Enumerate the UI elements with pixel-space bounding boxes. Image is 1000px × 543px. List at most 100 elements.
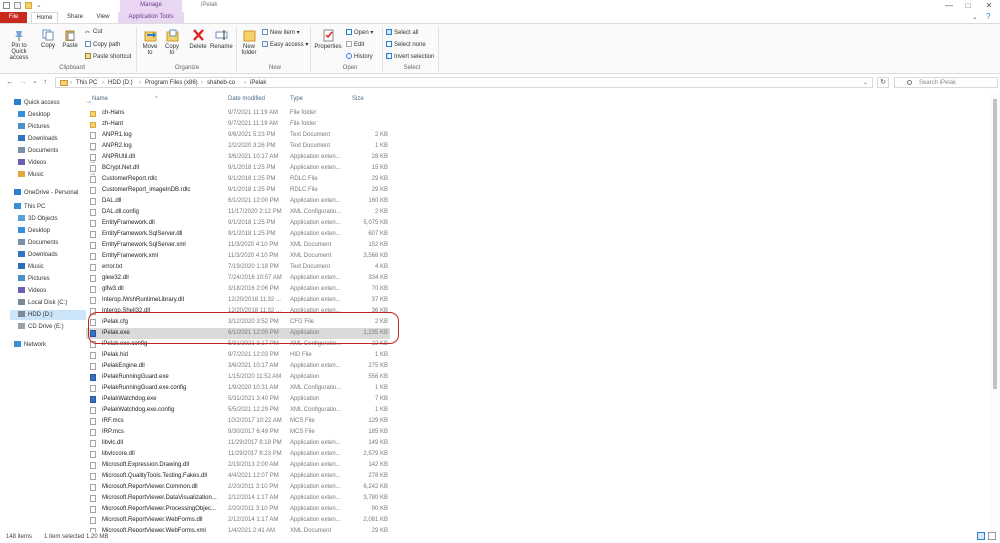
- column-name[interactable]: Name: [92, 96, 108, 102]
- sidebar-item-hdd-d[interactable]: HDD (D:): [10, 310, 86, 320]
- sidebar-item-music[interactable]: Music ⊸: [18, 170, 95, 180]
- large-icons-view-icon[interactable]: [988, 532, 996, 540]
- qa-dropdown-icon[interactable]: ⌄: [36, 1, 42, 9]
- sidebar-item-cd-drive-e[interactable]: CD Drive (E:): [18, 322, 64, 332]
- sidebar-item-local-disk-c[interactable]: Local Disk (C:): [18, 298, 67, 308]
- minimize-button[interactable]: —: [942, 0, 956, 11]
- easy-access-button[interactable]: Easy access ▾: [262, 41, 308, 49]
- move-to-button[interactable]: Move to: [140, 28, 160, 56]
- properties-button[interactable]: Properties: [314, 28, 342, 50]
- sidebar-item-videos[interactable]: Videos ⊸: [18, 158, 95, 168]
- new-folder-button[interactable]: New folder: [240, 28, 258, 56]
- recent-locations-button[interactable]: ⌄: [32, 77, 38, 87]
- scrollbar-thumb[interactable]: [993, 99, 997, 389]
- file-row[interactable]: Interop.IWshRuntimeLibrary.dll 12/20/2018…: [86, 295, 390, 306]
- file-row[interactable]: glfw3.dll 3/18/2016 2:06 PM Application ex…: [86, 284, 390, 295]
- file-row[interactable]: EntityFramework.SqlServer.dll 9/1/2018 1:…: [86, 229, 390, 240]
- sidebar-item-downloads[interactable]: Downloads ⊸: [18, 134, 95, 144]
- sidebar-item-network[interactable]: Network: [14, 340, 46, 350]
- tab-share[interactable]: Share: [62, 12, 88, 23]
- sidebar-item-pictures[interactable]: Pictures⊸: [18, 122, 95, 132]
- copy-path-button[interactable]: Copy path: [85, 41, 120, 49]
- breadcrumb-hdd[interactable]: HDD (D:): [108, 78, 133, 88]
- file-row[interactable]: iPelakWatchdog.exe.config 5/5/2021 12:29 …: [86, 405, 390, 416]
- tab-application-tools[interactable]: Application Tools: [118, 12, 184, 23]
- copy-to-button[interactable]: Copy to: [162, 28, 182, 56]
- tab-view[interactable]: View: [91, 12, 115, 23]
- details-view-icon[interactable]: [977, 532, 985, 540]
- file-row[interactable]: iPelakEngine.dll 3/6/2021 10:17 AM Applica…: [86, 361, 390, 372]
- manage-tab[interactable]: Manage: [120, 0, 182, 12]
- file-row[interactable]: DAL.dll 6/1/2021 12:00 PM Application exte…: [86, 196, 390, 207]
- invert-selection-button[interactable]: Invert selection: [386, 53, 434, 61]
- file-row[interactable]: EntityFramework.dll 9/1/2018 1:25 PM Appli…: [86, 218, 390, 229]
- sidebar-item-desktop[interactable]: Desktop⊸: [18, 110, 95, 120]
- history-button[interactable]: History: [346, 53, 373, 61]
- properties-qa-icon[interactable]: [14, 2, 21, 9]
- sidebar-item-onedrive-personal[interactable]: OneDrive - Personal: [14, 188, 78, 198]
- breadcrumb-ipelak[interactable]: iPelak: [250, 78, 266, 88]
- breadcrumb-shaheb-co[interactable]: shaheb-co: [207, 78, 235, 88]
- file-row[interactable]: CustomerReport.rdlc 9/1/2018 1:25 PM RDLC …: [86, 174, 390, 185]
- up-button[interactable]: ↑: [43, 77, 47, 87]
- sidebar-item-this-pc[interactable]: This PC: [14, 202, 45, 212]
- tab-file[interactable]: File: [0, 12, 27, 23]
- address-bar[interactable]: › This PC › HDD (D:) › Program Files (x8…: [55, 77, 873, 88]
- sidebar-item-music[interactable]: Music: [18, 262, 44, 272]
- breadcrumb-program-files[interactable]: Program Files (x86): [145, 78, 198, 88]
- file-row[interactable]: EntityFramework.SqlServer.xml 11/3/2020 4…: [86, 240, 390, 251]
- file-row[interactable]: Microsoft.ReportViewer.DataVisualization…: [86, 493, 390, 504]
- column-size[interactable]: Size: [352, 96, 364, 102]
- open-button[interactable]: Open ▾: [346, 29, 373, 37]
- file-row[interactable]: iPelakRunningGuard.exe.config 1/9/2020 10…: [86, 383, 390, 394]
- select-all-button[interactable]: Select all: [386, 29, 418, 37]
- file-row[interactable]: Microsoft.Expression.Drawing.dll 2/19/201…: [86, 460, 390, 471]
- sidebar-item-documents[interactable]: Documents: [18, 238, 58, 248]
- breadcrumb-this-pc[interactable]: This PC: [76, 78, 97, 88]
- file-row[interactable]: error.txt 7/19/2020 1:18 PM Text Document 4…: [86, 262, 390, 273]
- ribbon-collapse-icon[interactable]: ⌄: [972, 13, 978, 21]
- sidebar-item-downloads[interactable]: Downloads: [18, 250, 58, 260]
- back-button[interactable]: ←: [6, 77, 14, 87]
- file-row[interactable]: CustomerReport_imageInDB.rdlc 9/1/2018 1:…: [86, 185, 390, 196]
- paste-button[interactable]: Paste: [60, 29, 80, 49]
- paste-shortcut-button[interactable]: Paste shortcut: [85, 53, 131, 61]
- file-row[interactable]: Microsoft.ReportViewer.Common.dll 2/20/20…: [86, 482, 390, 493]
- column-date-modified[interactable]: Date modified: [228, 96, 265, 102]
- file-row[interactable]: IRF.mcs 10/2/2017 10:22 AM MCS File 129 KB: [86, 416, 390, 427]
- sidebar-item-documents[interactable]: Documents ⊸: [18, 146, 95, 156]
- sidebar-item-quick-access[interactable]: Quick access ⊸: [14, 98, 91, 108]
- file-row[interactable]: Microsoft.ReportViewer.WebForms.dll 2/12/…: [86, 515, 390, 526]
- sidebar-item-pictures[interactable]: Pictures: [18, 274, 50, 284]
- new-folder-qa-icon[interactable]: [25, 2, 32, 9]
- help-icon[interactable]: ?: [986, 12, 990, 21]
- pin-quick-access-button[interactable]: Pin to Quick access: [3, 29, 35, 61]
- sidebar-item-3d-objects[interactable]: 3D Objects: [18, 214, 58, 224]
- file-row[interactable]: EntityFramework.xml 11/3/2020 4:10 PM XML …: [86, 251, 390, 262]
- file-row[interactable]: libvlc.dll 11/29/2017 8:18 PM Application …: [86, 438, 390, 449]
- maximize-button[interactable]: □: [961, 0, 975, 11]
- file-row[interactable]: iPelakRunningGuard.exe 1/15/2020 11:52 AM…: [86, 372, 390, 383]
- vertical-scrollbar[interactable]: [991, 92, 1000, 532]
- file-row[interactable]: ch-Hans 9/7/2021 11:19 AM File folder: [86, 108, 390, 119]
- tab-home[interactable]: Home: [31, 12, 58, 23]
- address-dropdown-icon[interactable]: ⌄: [863, 78, 868, 88]
- delete-button[interactable]: Delete: [188, 28, 208, 50]
- file-row[interactable]: ANPRUtil.dll 3/6/2021 10:17 AM Application…: [86, 152, 390, 163]
- file-row[interactable]: Microsoft.ReportViewer.ProcessingObjec..…: [86, 504, 390, 515]
- file-row[interactable]: iPelak.hid 9/7/2021 12:03 PM HID File 1 KB: [86, 350, 390, 361]
- file-row[interactable]: BCrypt.Net.dll 9/1/2018 1:25 PM Applicatio…: [86, 163, 390, 174]
- file-row[interactable]: ANPR2.log 2/2/2020 3:26 PM Text Document 1 …: [86, 141, 390, 152]
- select-none-button[interactable]: Select none: [386, 41, 426, 49]
- file-row[interactable]: libvlccore.dll 11/29/2017 8:23 PM Applicat…: [86, 449, 390, 460]
- column-type[interactable]: Type: [290, 96, 303, 102]
- file-row[interactable]: Microsoft.QualityTools.Testing.Fakes.dll…: [86, 471, 390, 482]
- copy-button[interactable]: Copy: [38, 29, 58, 49]
- file-row[interactable]: iPelakWatchdog.exe 5/31/2021 3:40 PM Appli…: [86, 394, 390, 405]
- edit-button[interactable]: Edit: [346, 41, 364, 49]
- file-row[interactable]: glew32.dll 7/24/2016 10:57 AM Application …: [86, 273, 390, 284]
- sidebar-item-videos[interactable]: Videos: [18, 286, 46, 296]
- close-button[interactable]: ✕: [982, 0, 996, 11]
- refresh-button[interactable]: ↻: [877, 77, 889, 88]
- file-row[interactable]: zh-Hant 9/7/2021 11:19 AM File folder: [86, 119, 390, 130]
